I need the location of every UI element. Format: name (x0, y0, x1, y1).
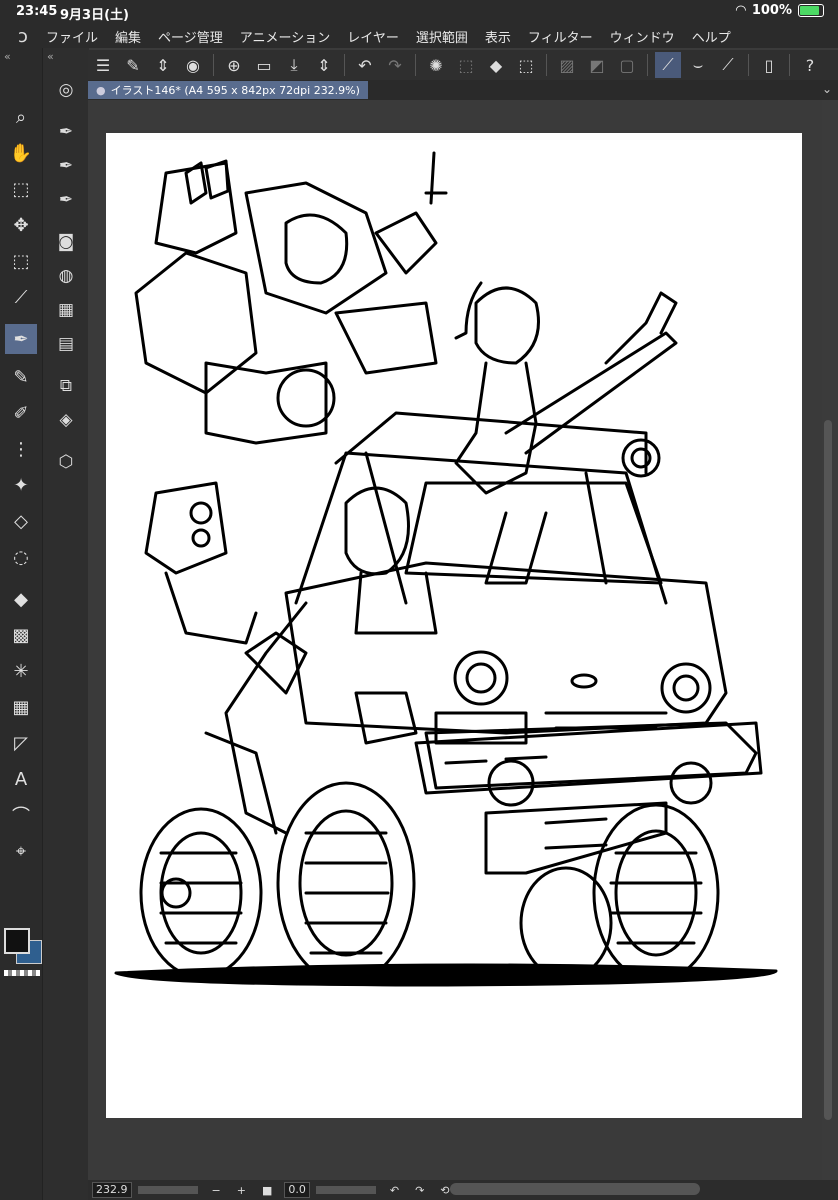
subtool-pen-settings-icon[interactable]: ✒ (50, 152, 82, 180)
subtool-cube-icon[interactable]: ⬡ (50, 448, 82, 476)
subtool-film-icon[interactable]: ▤ (50, 330, 82, 358)
app-logo-icon[interactable]: ↄ (0, 26, 46, 47)
menu-bar: ↄ ファイル 編集 ページ管理 アニメーション レイヤー 選択範囲 表示 フィル… (0, 24, 838, 48)
zoom-in-icon[interactable]: + (237, 1184, 246, 1197)
redo-icon[interactable]: ↷ (382, 52, 408, 78)
command-bar: ☰ ✎ ⇕ ◉ ⊕ ▭ ⤓ ⇕ ↶ ↷ ✺ ⬚ ◆ ⬚ ▨ ◩ ▢ ⟋ ⌣ ⟋ … (88, 50, 838, 80)
fill-icon[interactable]: ◆ (5, 584, 37, 614)
eyedropper-icon[interactable]: ⟋ (5, 282, 37, 312)
subtool-pen-g-icon[interactable]: ✒ (50, 118, 82, 146)
gradient-icon[interactable]: ▩ (5, 620, 37, 650)
clear-selection-icon[interactable]: ✺ (423, 52, 449, 78)
crop-icon[interactable]: ⬚ (453, 52, 479, 78)
device-icon[interactable]: ▯ (756, 52, 782, 78)
pen-icon[interactable]: ✒ (5, 324, 37, 354)
airbrush-icon[interactable]: ⋮ (5, 434, 37, 464)
hand-icon[interactable]: ✋ (5, 138, 37, 168)
edit-icon[interactable]: ✎ (120, 52, 146, 78)
updown-icon[interactable]: ⇕ (150, 52, 176, 78)
menu-layer[interactable]: レイヤー (347, 27, 399, 46)
tab-document[interactable]: ● イラスト146* (A4 595 x 842px 72dpi 232.9%) (88, 81, 368, 99)
main-color[interactable] (4, 928, 30, 954)
line-art-illustration (114, 151, 778, 987)
subtool-layers-icon[interactable]: ⧉ (50, 372, 82, 400)
menu-filter[interactable]: フィルター (528, 27, 593, 46)
status-right: ◠ 100% (736, 3, 824, 18)
open-folder-icon[interactable]: ▭ (251, 52, 277, 78)
marquee-icon[interactable]: ⬚ (5, 246, 37, 276)
menu-selection[interactable]: 選択範囲 (416, 27, 468, 46)
subtool-menu-icon[interactable]: ◎ (50, 76, 82, 104)
rotate-left-icon[interactable]: ↶ (390, 1184, 399, 1197)
tone-icon[interactable]: ▨ (554, 52, 580, 78)
new-file-icon[interactable]: ⊕ (221, 52, 247, 78)
frame-icon[interactable]: ▦ (5, 692, 37, 722)
reset-rotation-icon[interactable]: ⟲ (440, 1184, 449, 1197)
frame-select-icon[interactable]: ▢ (614, 52, 640, 78)
magnifier-icon[interactable]: ⌕ (5, 102, 37, 132)
angle-slider[interactable] (315, 1186, 376, 1194)
transform-icon[interactable]: ⬚ (513, 52, 539, 78)
dot-icon: ● (96, 83, 106, 97)
fit-icon[interactable]: ■ (262, 1184, 272, 1197)
zoom-slider[interactable] (137, 1186, 198, 1194)
menu-help[interactable]: ヘルプ (692, 27, 731, 46)
subtool-grid-icon[interactable]: ▦ (50, 296, 82, 324)
cloud-icon[interactable]: ◉ (180, 52, 206, 78)
updown-icon[interactable]: ⇕ (311, 52, 337, 78)
ruler-icon[interactable]: ◸ (5, 728, 37, 758)
snap-ruler-icon[interactable]: ⟋ (655, 52, 681, 78)
horizontal-scrollbar[interactable] (450, 1183, 700, 1195)
battery-icon (798, 4, 824, 17)
status-time: 23:45 (16, 4, 58, 19)
correct-line-icon[interactable]: ⌖ (5, 836, 37, 866)
menu-animation[interactable]: アニメーション (240, 27, 330, 46)
menu-window[interactable]: ウィンドウ (610, 27, 675, 46)
decoration-icon[interactable]: ✦ (5, 470, 37, 500)
object-icon[interactable]: ⬚ (5, 174, 37, 204)
angle-field[interactable]: 0.0 (284, 1182, 310, 1198)
figure-icon[interactable]: ✳ (5, 656, 37, 686)
subtool-ring-icon[interactable]: ◙ (50, 228, 82, 256)
battery-percent: 100% (751, 3, 792, 18)
canvas-paper[interactable] (106, 133, 802, 1118)
fill-selection-icon[interactable]: ◆ (483, 52, 509, 78)
move-icon[interactable]: ✥ (5, 210, 37, 240)
zoom-out-icon[interactable]: − (212, 1184, 221, 1197)
collapse-icon[interactable]: « (47, 50, 54, 63)
snap-line-icon[interactable]: ⟋ (715, 52, 741, 78)
rotate-right-icon[interactable]: ↷ (415, 1184, 424, 1197)
subtool-pen-round-icon[interactable]: ✒ (50, 186, 82, 214)
subtool-drops-icon[interactable]: ◍ (50, 262, 82, 290)
menu-file[interactable]: ファイル (46, 27, 98, 46)
snap-brush-icon[interactable]: ⌣ (685, 52, 711, 78)
transparent-color[interactable] (4, 970, 40, 976)
hamburger-icon[interactable]: ☰ (90, 52, 116, 78)
status-bar: 23:45 9月3日(土) ◠ 100% (0, 0, 838, 24)
mask-icon[interactable]: ◩ (584, 52, 610, 78)
menu-page[interactable]: ページ管理 (158, 27, 223, 46)
vertical-scrollbar[interactable] (824, 420, 832, 1120)
pencil-icon[interactable]: ✎ (5, 362, 37, 392)
tool-palette: « ⌕ ✋ ⬚ ✥ ⬚ ⟋ ✒ ✎ ✐ ⋮ ✦ ◇ ◌ ◆ ▩ ✳ ▦ ◸ A … (0, 48, 42, 1200)
color-swatches[interactable] (2, 926, 42, 966)
text-icon[interactable]: A (5, 764, 37, 794)
tab-title: イラスト146* (A4 595 x 842px 72dpi 232.9%) (110, 84, 360, 97)
menu-view[interactable]: 表示 (485, 27, 511, 46)
chevron-down-icon[interactable]: ⌄ (822, 82, 832, 96)
balloon-icon[interactable]: ⌒ (5, 800, 37, 830)
help-icon[interactable]: ? (797, 52, 823, 78)
blend-icon[interactable]: ◌ (5, 542, 37, 572)
collapse-icon[interactable]: « (4, 50, 11, 63)
eraser-icon[interactable]: ◇ (5, 506, 37, 536)
status-date: 9月3日(土) (60, 8, 129, 23)
save-icon[interactable]: ⤓ (281, 52, 307, 78)
wifi-icon: ◠ (735, 3, 746, 18)
undo-icon[interactable]: ↶ (352, 52, 378, 78)
menu-edit[interactable]: 編集 (115, 27, 141, 46)
subtool-layer-stack-icon[interactable]: ◈ (50, 406, 82, 434)
brush-icon[interactable]: ✐ (5, 398, 37, 428)
subtool-palette: « ◎ ✒ ✒ ✒ ◙ ◍ ▦ ▤ ⧉ ◈ ⬡ (42, 48, 89, 1200)
zoom-field[interactable]: 232.9 (92, 1182, 132, 1198)
